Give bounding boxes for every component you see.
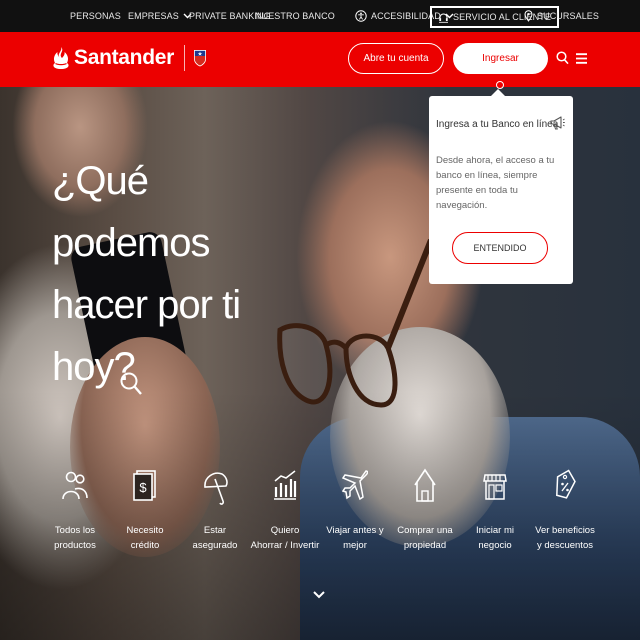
headline-line-1: ¿Qué — [52, 159, 149, 203]
discount-tag-icon — [556, 469, 576, 499]
category-comprar-propiedad[interactable]: Comprar una propiedad — [390, 467, 460, 567]
nav-personas[interactable]: PERSONAS — [70, 0, 121, 32]
location-pin-icon — [524, 10, 533, 22]
santander-logo[interactable]: Santander — [52, 45, 207, 71]
category-label: Necesito crédito — [126, 525, 164, 551]
category-viajar[interactable]: Viajar antes y mejor — [320, 467, 390, 567]
category-todos-los-productos[interactable]: Todos los productos — [40, 467, 110, 567]
hero-headline: ¿Qué podemos hacer por ti hoy? — [52, 150, 252, 398]
plane-icon — [342, 470, 368, 501]
category-estar-asegurado[interactable]: Estar asegurado — [180, 467, 250, 567]
main-header: Santander Abre tu cuenta Ingresar — [0, 32, 640, 87]
open-account-button[interactable]: Abre tu cuenta — [348, 43, 444, 74]
nav-nuestro-banco[interactable]: NUESTRO BANCO — [255, 0, 335, 32]
headline-line-4: hoy? — [52, 345, 136, 389]
category-label: Quiero Ahorrar / Invertir — [250, 525, 320, 551]
login-indicator-dot — [496, 81, 504, 89]
category-shortcuts: Todos los productos $ Necesito crédito E… — [40, 467, 600, 567]
store-icon — [483, 474, 507, 500]
nav-empresas[interactable]: EMPRESAS — [128, 0, 192, 32]
nav-sucursales[interactable]: SUCURSALES — [524, 0, 599, 32]
category-beneficios-descuentos[interactable]: Ver beneficios y descuentos — [530, 467, 600, 567]
umbrella-icon — [204, 472, 228, 505]
brand-name: Santander — [74, 46, 174, 69]
chile-shield-icon — [194, 50, 206, 67]
popover-body: Desde ahora, el acceso a tu banco en lín… — [436, 155, 555, 211]
chart-icon — [274, 470, 297, 500]
headline-line-2: podemos — [52, 221, 211, 265]
search-icon[interactable] — [120, 367, 142, 409]
category-label: Ver beneficios y descuentos — [535, 525, 595, 551]
category-necesito-credito[interactable]: $ Necesito crédito — [110, 467, 180, 567]
nav-personas-label: PERSONAS — [70, 11, 121, 21]
category-label: Estar asegurado — [192, 525, 238, 551]
category-ahorrar-invertir[interactable]: Quiero Ahorrar / Invertir — [250, 467, 320, 567]
top-navigation-bar: PERSONAS EMPRESAS PRIVATE BANKING NUESTR… — [0, 0, 640, 32]
category-label: Comprar una propiedad — [397, 525, 453, 551]
nav-sucursales-label: SUCURSALES — [537, 11, 600, 21]
accessibility-icon — [355, 10, 367, 22]
category-label: Todos los productos — [54, 525, 96, 551]
headline-line-3: hacer por ti — [52, 283, 241, 327]
category-iniciar-negocio[interactable]: Iniciar mi negocio — [460, 467, 530, 567]
people-icon — [62, 471, 88, 500]
logo-divider — [184, 45, 185, 71]
headset-icon — [439, 13, 448, 23]
category-label: Viajar antes y mejor — [326, 525, 384, 551]
svg-text:$: $ — [139, 480, 147, 495]
login-button[interactable]: Ingresar — [453, 43, 548, 74]
house-icon — [414, 468, 436, 502]
flame-logo-icon — [53, 47, 69, 69]
category-label: Iniciar mi negocio — [475, 525, 514, 551]
nav-nuestro-banco-label: NUESTRO BANCO — [255, 11, 335, 21]
understood-button[interactable]: ENTENDIDO — [452, 232, 548, 264]
online-banking-popover: Ingresa a tu Banco en línea Desde ahora,… — [429, 89, 573, 284]
money-icon: $ — [133, 470, 156, 501]
nav-empresas-label: EMPRESAS — [128, 11, 179, 21]
hamburger-menu-icon[interactable] — [576, 53, 587, 64]
popover-title: Ingresa a tu Banco en línea — [436, 119, 559, 130]
megaphone-icon — [550, 116, 565, 130]
chevron-down-icon[interactable] — [312, 590, 326, 600]
search-icon[interactable] — [556, 51, 569, 65]
